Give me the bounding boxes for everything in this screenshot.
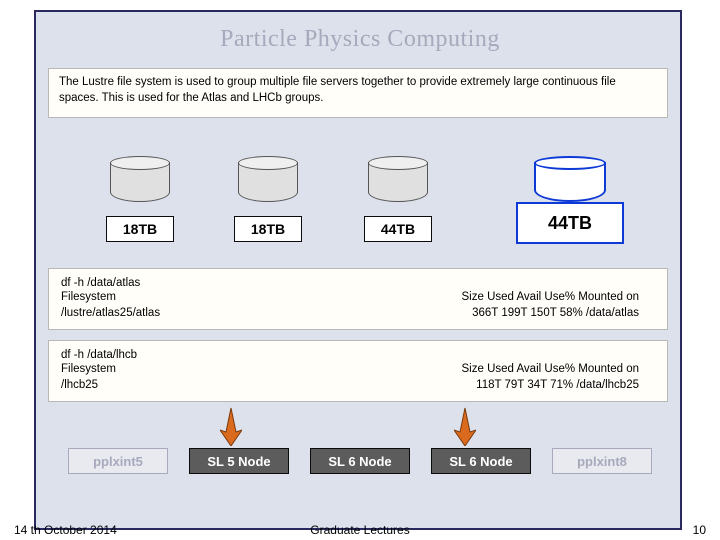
fs-values: 118T 79T 34T 71% /data/lhcb25 xyxy=(476,379,639,391)
storage-cylinder xyxy=(238,156,298,202)
storage-cylinder xyxy=(110,156,170,202)
node-label: SL 6 Node xyxy=(328,454,391,469)
arrow-icon xyxy=(454,406,476,446)
capacity-label: 44TB xyxy=(381,221,415,237)
col-filesystem: Filesystem xyxy=(61,363,116,375)
fs-path: /lustre/atlas25/atlas xyxy=(61,307,160,319)
slide-title: Particle Physics Computing xyxy=(0,26,720,53)
cmd-line: df -h /data/lhcb xyxy=(61,349,655,361)
node-sl6: SL 6 Node xyxy=(310,448,410,474)
footer-date: 14 th October 2014 xyxy=(14,523,117,537)
fs-values: 366T 199T 150T 58% /data/atlas xyxy=(472,307,639,319)
node-label: pplxint5 xyxy=(93,454,143,469)
df-output-atlas: df -h /data/atlas Filesystem Size Used A… xyxy=(48,268,668,330)
storage-cylinder-highlight xyxy=(534,156,606,202)
col-headers: Size Used Avail Use% Mounted on xyxy=(462,363,640,375)
df-output-lhcb: df -h /data/lhcb Filesystem Size Used Av… xyxy=(48,340,668,402)
capacity-label: 18TB xyxy=(251,221,285,237)
footer-center: Graduate Lectures xyxy=(310,523,409,537)
node-pplxint8: pplxint8 xyxy=(552,448,652,474)
node-pplxint5: pplxint5 xyxy=(68,448,168,474)
storage-cylinder xyxy=(368,156,428,202)
capacity-box: 44TB xyxy=(364,216,432,242)
intro-text-box: The Lustre file system is used to group … xyxy=(48,68,668,118)
fs-path: /lhcb25 xyxy=(61,379,98,391)
capacity-box-highlight: 44TB xyxy=(516,202,624,244)
node-row: pplxint5 SL 5 Node SL 6 Node SL 6 Node p… xyxy=(68,448,652,474)
capacity-label: 18TB xyxy=(123,221,157,237)
node-label: SL 5 Node xyxy=(207,454,270,469)
node-sl6: SL 6 Node xyxy=(431,448,531,474)
capacity-box: 18TB xyxy=(106,216,174,242)
node-sl5: SL 5 Node xyxy=(189,448,289,474)
intro-text: The Lustre file system is used to group … xyxy=(59,76,616,104)
node-label: pplxint8 xyxy=(577,454,627,469)
col-headers: Size Used Avail Use% Mounted on xyxy=(462,291,640,303)
footer: 14 th October 2014 Graduate Lectures 10 xyxy=(14,523,706,537)
slide: Particle Physics Computing The Lustre fi… xyxy=(0,0,720,540)
col-filesystem: Filesystem xyxy=(61,291,116,303)
node-label: SL 6 Node xyxy=(449,454,512,469)
capacity-label: 44TB xyxy=(548,213,592,234)
footer-page: 10 xyxy=(693,523,706,537)
cmd-line: df -h /data/atlas xyxy=(61,277,655,289)
capacity-box: 18TB xyxy=(234,216,302,242)
arrow-icon xyxy=(220,406,242,446)
